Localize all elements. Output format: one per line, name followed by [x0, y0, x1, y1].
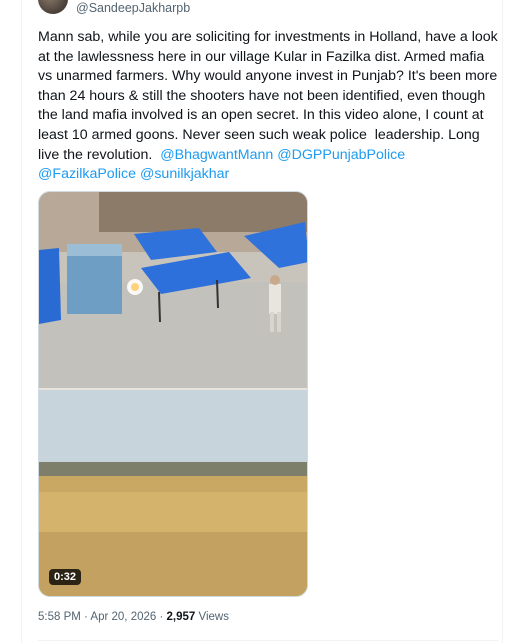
views-count: 2,957 [166, 611, 196, 623]
tweet-text: Mann sab, while you are soliciting for i… [38, 28, 498, 185]
timeline-border-right [502, 0, 503, 643]
divider [38, 640, 498, 641]
mention-link[interactable]: @FazilkaPolice [38, 166, 136, 182]
meta-separator: · [156, 611, 167, 623]
tweet-date[interactable]: Apr 20, 2026 [90, 611, 156, 623]
tweet-body: Mann sab, while you are soliciting for i… [38, 29, 502, 163]
mention-link[interactable]: @sunilkjakhar [140, 166, 229, 182]
tweet-meta: 5:58 PM · Apr 20, 2026 · 2,957 Views [38, 611, 229, 623]
video-thumbnail [39, 192, 307, 596]
meta-separator: · [80, 611, 91, 623]
author-avatar[interactable] [38, 0, 68, 14]
video-player[interactable]: 0:32 [38, 191, 308, 597]
video-duration-badge: 0:32 [49, 569, 82, 585]
mention-link[interactable]: @BhagwantMann [160, 147, 273, 163]
tweet-time[interactable]: 5:58 PM [38, 611, 81, 623]
timeline-border-left [21, 0, 22, 643]
mention-link[interactable]: @DGPPunjabPolice [277, 147, 405, 163]
views-label: Views [195, 611, 229, 623]
author-handle[interactable]: @SandeepJakharpb [76, 1, 190, 15]
